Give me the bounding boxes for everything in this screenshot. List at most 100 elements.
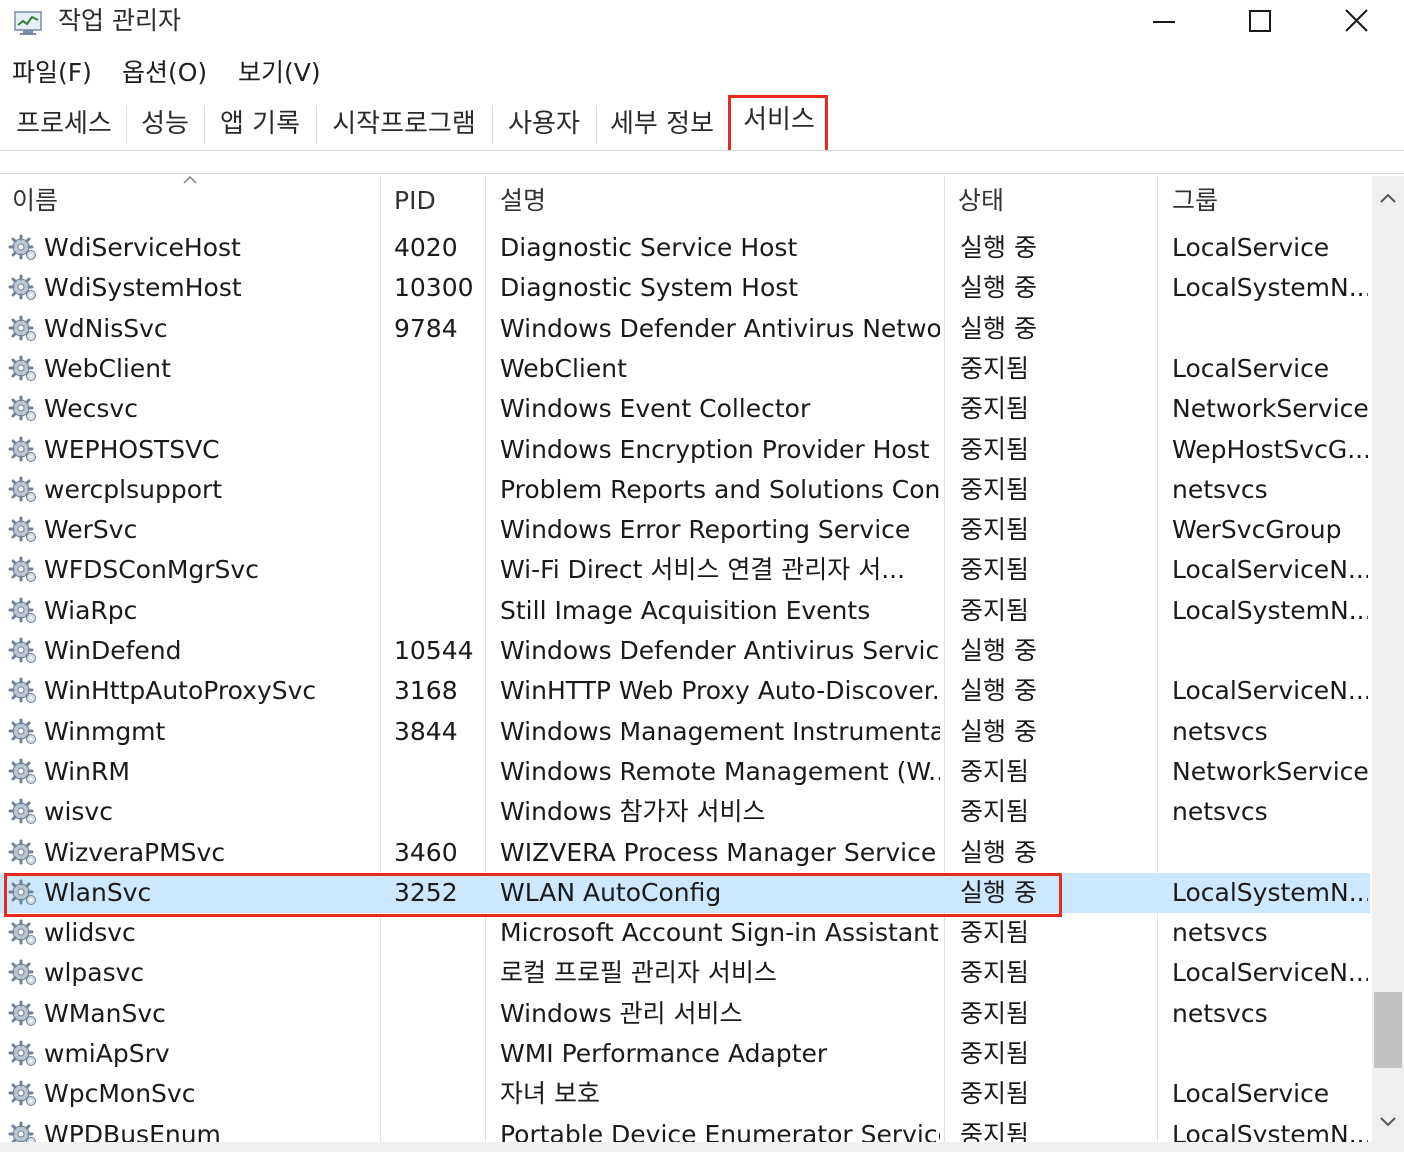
tab-details[interactable]: 세부 정보: [598, 102, 726, 146]
horizontal-scrollbar[interactable]: [0, 1142, 1404, 1152]
cell-status: 실행 중: [960, 313, 1037, 343]
cell-name: WFDSConMgrSvc: [44, 555, 259, 585]
cell-description: Diagnostic System Host: [500, 273, 799, 303]
wlansvc-row-highlight-box: [4, 873, 1062, 917]
column-header-name[interactable]: 이름: [0, 176, 380, 226]
column-header-group[interactable]: 그룹: [1160, 176, 1370, 226]
cell-description: Windows Defender Antivirus Service: [500, 636, 940, 665]
service-gear-icon: [8, 1080, 38, 1108]
cell-name: WiaRpc: [44, 595, 138, 625]
table-row[interactable]: wmiApSrv WMI Performance Adapter 중지됨: [0, 1034, 1370, 1074]
column-header-pid[interactable]: PID: [382, 176, 484, 226]
cell-description: Windows Remote Management (W...: [500, 756, 940, 786]
cell-description: Windows Event Collector: [500, 394, 811, 424]
service-gear-icon: [8, 355, 38, 383]
cell-pid: [394, 913, 482, 953]
cell-name: WinHttpAutoProxySvc: [44, 676, 317, 706]
cell-status: 중지됨: [960, 797, 1030, 827]
scroll-down-icon[interactable]: [1372, 1104, 1404, 1140]
table-row[interactable]: WdiServiceHost 4020 Diagnostic Service Hos…: [0, 228, 1370, 268]
table-row[interactable]: WiaRpc Still Image Acquisition Events 중지됨 L…: [0, 591, 1370, 631]
table-row[interactable]: WinRM Windows Remote Management (W... 중지됨 N…: [0, 752, 1370, 792]
table-row[interactable]: WEPHOSTSVC Windows Encryption Provider Ho…: [0, 430, 1370, 470]
tab-app-history[interactable]: 앱 기록: [206, 102, 314, 146]
table-row[interactable]: WdNisSvc 9784 Windows Defender Antivirus N…: [0, 309, 1370, 349]
cell-name: WManSvc: [44, 998, 166, 1028]
cell-group: LocalSystemN...: [1172, 273, 1368, 303]
cell-pid: [394, 349, 482, 389]
table-row[interactable]: WManSvc Windows 관리 서비스 중지됨 netsvcs: [0, 994, 1370, 1034]
table-row[interactable]: WerSvc Windows Error Reporting Service 중지됨…: [0, 510, 1370, 550]
cell-status: 중지됨: [960, 595, 1030, 625]
cell-status: 중지됨: [960, 515, 1030, 545]
cell-status: 실행 중: [960, 273, 1037, 303]
cell-description: 자녀 보호: [500, 1079, 600, 1109]
menu-file[interactable]: 파일(F): [12, 56, 92, 90]
table-row[interactable]: wercplsupport Problem Reports and Solutio…: [0, 470, 1370, 510]
menu-view[interactable]: 보기(V): [238, 56, 321, 90]
tab-processes[interactable]: 프로세스: [4, 102, 124, 146]
services-table: 이름 PID 설명 상태 그룹 WdiServiceHost 4020 Diagno…: [0, 175, 1370, 1152]
service-gear-icon: [8, 274, 38, 302]
cell-description: Windows Encryption Provider Host ...: [500, 434, 940, 464]
tab-startup[interactable]: 시작프로그램: [318, 102, 490, 146]
cell-status: 중지됨: [960, 958, 1030, 988]
service-gear-icon: [8, 1000, 38, 1028]
cell-description: Windows Error Reporting Service: [500, 515, 911, 545]
vertical-scrollbar[interactable]: [1372, 176, 1404, 1142]
title-bar: 작업 관리자: [0, 0, 1404, 46]
cell-name: wercplsupport: [44, 474, 223, 504]
table-row[interactable]: WFDSConMgrSvc Wi-Fi Direct 서비스 연결 관리자 서..…: [0, 550, 1370, 590]
table-row[interactable]: WizveraPMSvc 3460 WIZVERA Process Manager …: [0, 833, 1370, 873]
cell-group: netsvcs: [1172, 918, 1268, 948]
table-row[interactable]: wisvc Windows 참가자 서비스 중지됨 netsvcs: [0, 792, 1370, 832]
cell-pid: [394, 953, 482, 993]
service-gear-icon: [8, 597, 38, 625]
table-row[interactable]: WinHttpAutoProxySvc 3168 WinHTTP Web Proxy…: [0, 671, 1370, 711]
service-gear-icon: [8, 1040, 38, 1068]
task-manager-icon: [12, 9, 44, 37]
cell-group: NetworkService: [1172, 756, 1368, 786]
toolbar-strip: [0, 151, 1404, 174]
close-button[interactable]: [1308, 0, 1404, 46]
table-row[interactable]: wlpasvc 로컬 프로필 관리자 서비스 중지됨 LocalServiceN...: [0, 953, 1370, 993]
service-gear-icon: [8, 718, 38, 746]
menu-options[interactable]: 옵션(O): [122, 56, 207, 90]
service-gear-icon: [8, 315, 38, 343]
table-row[interactable]: wlidsvc Microsoft Account Sign-in Assista…: [0, 913, 1370, 953]
cell-group: netsvcs: [1172, 998, 1268, 1028]
service-gear-icon: [8, 556, 38, 584]
tab-performance[interactable]: 성능: [128, 102, 202, 146]
column-header-description[interactable]: 설명: [488, 176, 944, 226]
table-row[interactable]: WpcMonSvc 자녀 보호 중지됨 LocalService: [0, 1074, 1370, 1114]
cell-group: LocalService: [1172, 353, 1330, 383]
table-row[interactable]: WdiSystemHost 10300 Diagnostic System Host…: [0, 268, 1370, 308]
table-row[interactable]: Wecsvc Windows Event Collector 중지됨 NetworkS…: [0, 389, 1370, 429]
scroll-up-icon[interactable]: [1372, 180, 1404, 216]
table-row[interactable]: Winmgmt 3844 Windows Management Instrument…: [0, 712, 1370, 752]
cell-pid: 3844: [394, 716, 458, 746]
table-row[interactable]: WebClient WebClient 중지됨 LocalService: [0, 349, 1370, 389]
cell-name: WerSvc: [44, 515, 138, 545]
cell-name: WebClient: [44, 353, 171, 383]
minimize-button[interactable]: [1116, 0, 1212, 46]
column-header-status[interactable]: 상태: [946, 176, 1156, 226]
table-row[interactable]: WinDefend 10544 Windows Defender Antivirus…: [0, 631, 1370, 671]
cell-status: 중지됨: [960, 434, 1030, 464]
cell-description: Wi-Fi Direct 서비스 연결 관리자 서...: [500, 555, 906, 585]
scrollbar-thumb[interactable]: [1374, 992, 1402, 1068]
window-title: 작업 관리자: [58, 6, 181, 35]
cell-name: WdNisSvc: [44, 313, 168, 343]
cell-group: LocalSystemN...: [1172, 877, 1368, 907]
tab-users[interactable]: 사용자: [494, 102, 594, 146]
cell-group: netsvcs: [1172, 474, 1268, 504]
cell-name: WizveraPMSvc: [44, 837, 226, 867]
cell-name: WpcMonSvc: [44, 1079, 196, 1109]
cell-status: 중지됨: [960, 756, 1030, 786]
cell-name: Winmgmt: [44, 716, 166, 746]
service-gear-icon: [8, 677, 38, 705]
maximize-button[interactable]: [1212, 0, 1308, 46]
cell-pid: 10544: [394, 636, 474, 665]
cell-status: 중지됨: [960, 394, 1030, 424]
cell-name: Wecsvc: [44, 394, 138, 424]
